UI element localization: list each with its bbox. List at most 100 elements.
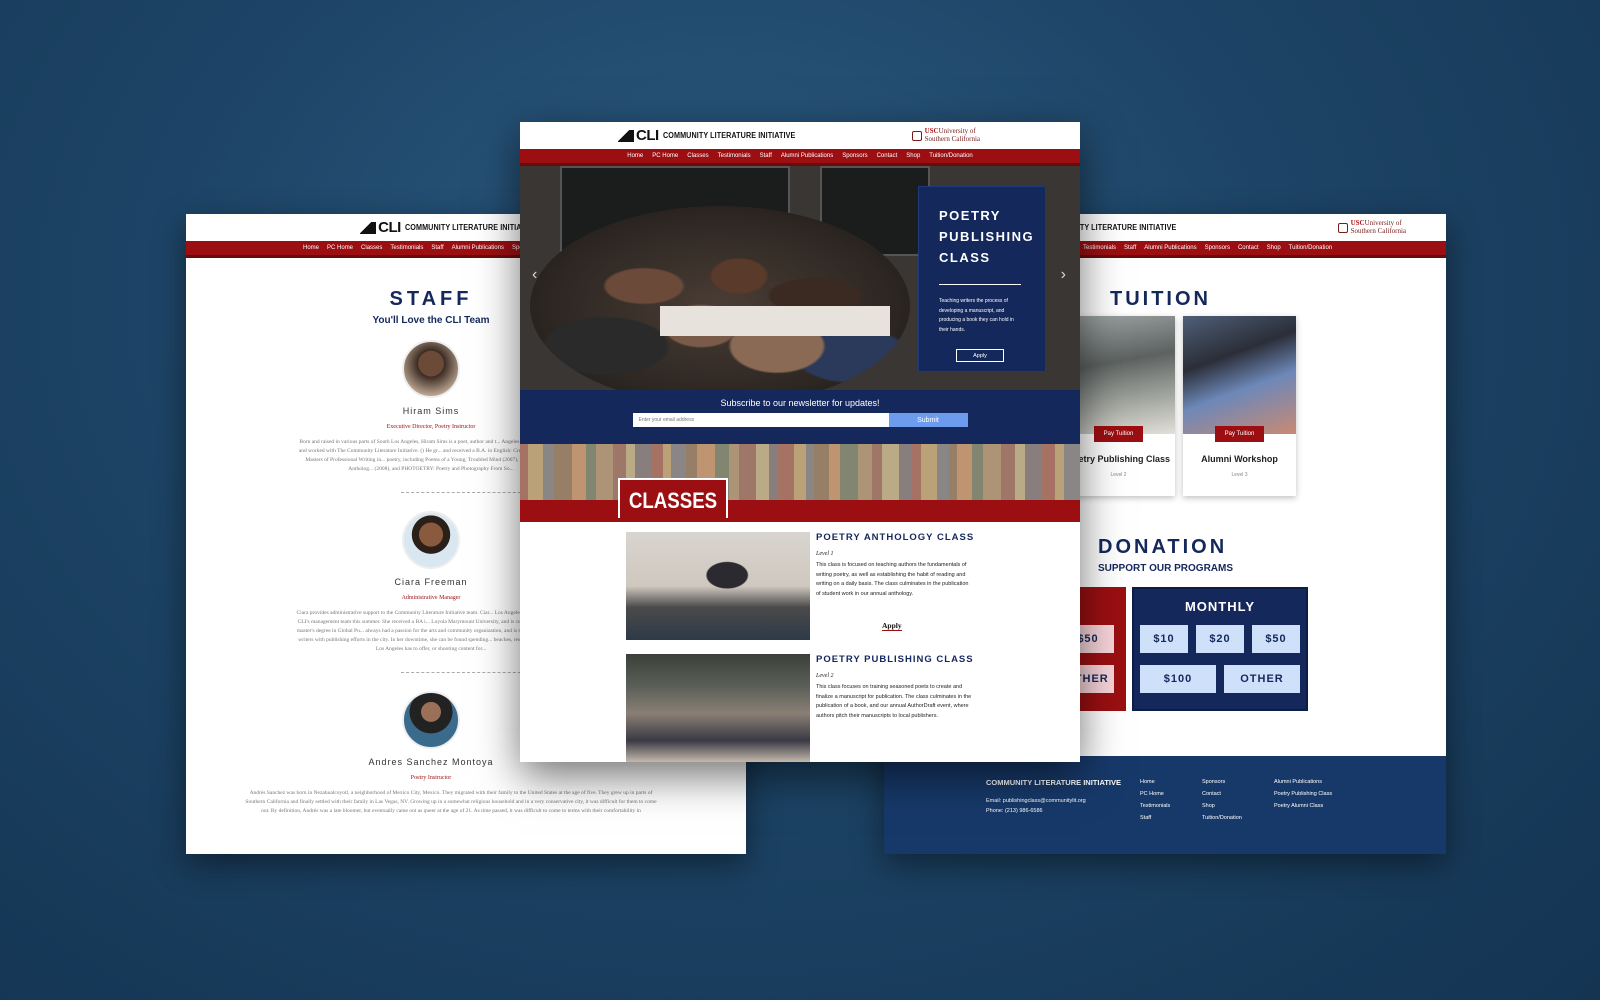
book-spine	[972, 444, 983, 500]
newsletter-title: Subscribe to our newsletter for updates!	[720, 398, 880, 408]
footer-link-pc-home[interactable]: PC Home	[1140, 788, 1170, 800]
logo-mark-text: CLI	[378, 219, 401, 236]
nav-item-staff[interactable]: Staff	[1124, 245, 1136, 251]
footer-links-col3: Alumni Publications Poetry Publishing Cl…	[1274, 776, 1332, 812]
book-spine	[739, 444, 756, 500]
footer-link-poetry-alumni-class[interactable]: Poetry Alumni Class	[1274, 800, 1332, 812]
usc-name: USCUniversity of Southern California	[1350, 219, 1406, 235]
newsletter-form: Submit	[520, 413, 1080, 427]
footer-link-staff[interactable]: Staff	[1140, 812, 1170, 824]
pay-tuition-button[interactable]: Pay Tuition	[1215, 426, 1264, 442]
class-level: Level 1	[816, 551, 834, 557]
tuition-card-level: Level 3	[1231, 472, 1248, 478]
footer-org-name: COMMUNITY LITERATURE INITIATIVE	[986, 778, 1121, 787]
logo-mark-text: CLI	[636, 127, 659, 144]
cli-logo[interactable]: CLI COMMUNITY LITERATURE INITIATIVE	[618, 127, 810, 144]
footer-links-col2: Sponsors Contact Shop Tuition/Donation	[1202, 776, 1242, 824]
nav-item-pc-home[interactable]: PC Home	[652, 153, 678, 159]
nav-item-classes[interactable]: Classes	[361, 245, 382, 251]
footer-link-shop[interactable]: Shop	[1202, 800, 1242, 812]
home-page-panel: CLI COMMUNITY LITERATURE INITIATIVE USCU…	[520, 122, 1080, 762]
class-title[interactable]: POETRY ANTHOLOGY CLASS	[816, 532, 976, 543]
class-apply-link[interactable]: Apply	[882, 621, 902, 631]
avatar	[402, 691, 460, 749]
divider	[401, 492, 531, 493]
hero-apply-button[interactable]: Apply	[956, 349, 1004, 362]
nav-item-testimonials[interactable]: Testimonials	[1083, 245, 1116, 251]
nav-item-alumni-publications[interactable]: Alumni Publications	[781, 153, 833, 159]
donation-amount-button[interactable]: $10	[1140, 625, 1188, 653]
nav-item-testimonials[interactable]: Testimonials	[390, 245, 423, 251]
nav-item-staff[interactable]: Staff	[760, 153, 772, 159]
nav-item-tuition-donation[interactable]: Tuition/Donation	[1289, 245, 1332, 251]
usc-logo[interactable]: USCUniversity of Southern California	[1337, 219, 1406, 235]
hero-title-line: CLASS	[939, 250, 991, 265]
nav-item-contact[interactable]: Contact	[877, 153, 898, 159]
tuition-cards: Pay Tuition Poetry Publishing Class Leve…	[1062, 316, 1296, 496]
nav-item-home[interactable]: Home	[303, 245, 319, 251]
book-spine	[729, 444, 739, 500]
class-details: POETRY ANTHOLOGY CLASS Level 1 This clas…	[816, 532, 976, 640]
nav-item-pc-home[interactable]: PC Home	[327, 245, 353, 251]
book-spine	[899, 444, 912, 500]
pay-tuition-button[interactable]: Pay Tuition	[1094, 426, 1143, 442]
book-spine	[586, 444, 596, 500]
book-spine	[814, 444, 829, 500]
email-input[interactable]	[632, 413, 889, 427]
nav-item-classes[interactable]: Classes	[687, 153, 708, 159]
book-spine	[596, 444, 613, 500]
nav-item-tuition-donation[interactable]: Tuition/Donation	[929, 153, 972, 159]
footer-link-poetry-publishing-class[interactable]: Poetry Publishing Class	[1274, 788, 1332, 800]
book-spine	[921, 444, 937, 500]
book-spine	[769, 444, 778, 500]
classes-banner: CLASSES	[520, 444, 1080, 522]
bookshelf-image	[520, 444, 1080, 500]
donation-amount-button[interactable]: $50	[1252, 625, 1300, 653]
monthly-label: MONTHLY	[1184, 599, 1256, 614]
book-spine	[1015, 444, 1025, 500]
footer-email[interactable]: Email: publishingclass@communitylit.org	[986, 798, 1086, 804]
avatar	[402, 511, 460, 569]
books-icon	[360, 221, 377, 234]
footer-link-alumni-publications[interactable]: Alumni Publications	[1274, 776, 1332, 788]
book-spine	[829, 444, 840, 500]
book-spine	[1001, 444, 1015, 500]
book-spine	[1064, 444, 1080, 500]
nav-item-shop[interactable]: Shop	[906, 153, 920, 159]
book-spine	[520, 444, 528, 500]
nav-item-contact[interactable]: Contact	[1238, 245, 1259, 251]
book-spine	[983, 444, 1001, 500]
nav-item-sponsors[interactable]: Sponsors	[842, 153, 867, 159]
footer-link-tuition-donation[interactable]: Tuition/Donation	[1202, 812, 1242, 824]
book-spine	[1042, 444, 1055, 500]
submit-button[interactable]: Submit	[888, 413, 968, 427]
slideshow-prev-icon[interactable]: ‹	[532, 266, 537, 284]
nav-item-alumni-publications[interactable]: Alumni Publications	[1144, 245, 1196, 251]
footer-link-sponsors[interactable]: Sponsors	[1202, 776, 1242, 788]
usc-seal-icon	[911, 130, 922, 141]
classes-banner-bar	[520, 500, 1080, 522]
nav-item-testimonials[interactable]: Testimonials	[718, 153, 751, 159]
slideshow-next-icon[interactable]: ›	[1061, 266, 1066, 284]
hero-caption-card: POETRY PUBLISHING CLASS Teaching writers…	[918, 186, 1046, 372]
footer-link-contact[interactable]: Contact	[1202, 788, 1242, 800]
nav-item-home[interactable]: Home	[627, 153, 643, 159]
usc-logo[interactable]: USCUniversity of Southern California	[911, 127, 980, 143]
class-title[interactable]: POETRY PUBLISHING CLASS	[816, 654, 976, 665]
nav-item-sponsors[interactable]: Sponsors	[1205, 245, 1230, 251]
hero-title-line: PUBLISHING	[939, 229, 1035, 244]
footer-link-testimonials[interactable]: Testimonials	[1140, 800, 1170, 812]
footer-phone: Phone: (213) 986-6586	[986, 808, 1043, 814]
class-photo	[626, 654, 810, 762]
logo-text: COMMUNITY LITERATURE INITIATIVE	[404, 223, 538, 232]
footer-link-home[interactable]: Home	[1140, 776, 1170, 788]
nav-item-shop[interactable]: Shop	[1267, 245, 1281, 251]
donation-other-button[interactable]: OTHER	[1224, 665, 1300, 693]
nav-item-alumni-publications[interactable]: Alumni Publications	[452, 245, 504, 251]
donation-amount-button[interactable]: $100	[1140, 665, 1216, 693]
classes-heading-tab: CLASSES	[618, 478, 728, 518]
book-spine	[858, 444, 872, 500]
nav-item-staff[interactable]: Staff	[431, 245, 443, 251]
donation-amount-button[interactable]: $20	[1196, 625, 1244, 653]
book-spine	[949, 444, 957, 500]
